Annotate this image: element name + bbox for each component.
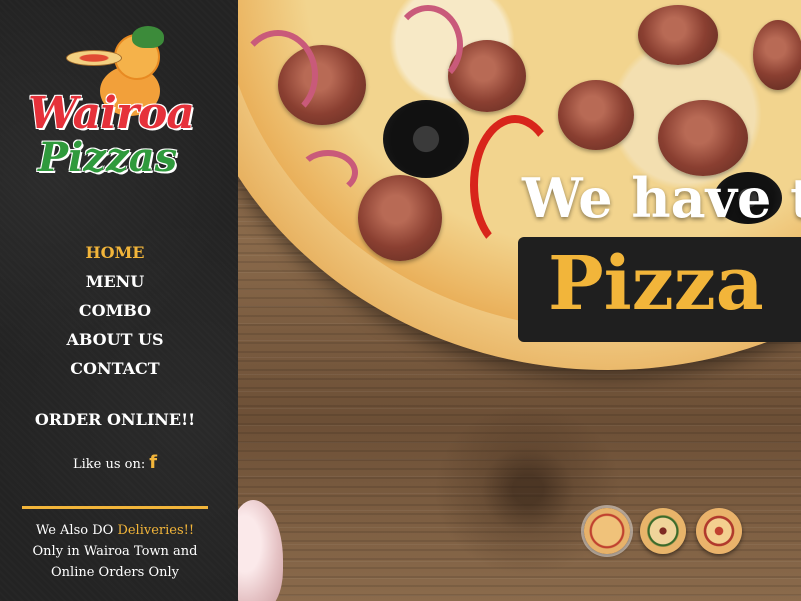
onion-topping	[393, 5, 463, 85]
delivery-line2: Only in Wairoa Town and	[32, 544, 198, 559]
wood-knot	[418, 390, 638, 590]
chef-hat-icon	[132, 26, 164, 48]
hero-headline: We have t	[522, 166, 801, 230]
brand-logo[interactable]: Wairoa Pizzas	[22, 26, 212, 186]
delivery-line3: Online Orders Only	[51, 565, 179, 580]
slider-thumbnails	[584, 508, 742, 554]
hero-highlight-word: Pizza	[548, 241, 764, 327]
brand-name-line2: Pizzas	[38, 134, 178, 181]
nav-item-home[interactable]: HOME	[0, 240, 230, 269]
sausage-topping	[753, 20, 801, 90]
slider-thumb-3[interactable]	[696, 508, 742, 554]
sausage-topping	[638, 5, 718, 65]
delivery-highlight: Deliveries!!	[117, 523, 195, 538]
sausage-topping	[658, 100, 748, 176]
delivery-line1: We Also DO Deliveries!!	[0, 520, 230, 541]
nav-item-combo[interactable]: COMBO	[0, 298, 230, 327]
like-us-label: Like us on:	[72, 457, 146, 472]
sausage-topping	[358, 175, 442, 261]
slider-thumb-1[interactable]	[584, 508, 630, 554]
nav-item-menu[interactable]: MENU	[0, 269, 230, 298]
delivery-prefix: We Also DO	[35, 523, 118, 538]
divider	[22, 506, 208, 509]
brand-name-line1: Wairoa	[28, 88, 195, 139]
order-online-link[interactable]: ORDER ONLINE!!	[0, 410, 230, 429]
slider-thumb-2[interactable]	[640, 508, 686, 554]
nav-item-about-us[interactable]: ABOUT US	[0, 327, 230, 356]
hero-highlight-box: Pizza	[518, 237, 801, 342]
hero-slider: We have t Pizza	[238, 0, 801, 601]
main-nav: HOME MENU COMBO ABOUT US CONTACT	[0, 240, 230, 385]
onion-topping	[298, 150, 358, 195]
sidebar: Wairoa Pizzas HOME MENU COMBO ABOUT US C…	[0, 0, 238, 601]
onion-topping	[238, 30, 318, 120]
delivery-info: We Also DO Deliveries!! Only in Wairoa T…	[0, 520, 230, 583]
olive-topping	[383, 100, 469, 178]
facebook-icon[interactable]: f	[149, 452, 157, 473]
social-row: Like us on: f	[0, 452, 230, 473]
nav-item-contact[interactable]: CONTACT	[0, 356, 230, 385]
sausage-topping	[558, 80, 634, 150]
pizza-icon	[66, 50, 122, 66]
